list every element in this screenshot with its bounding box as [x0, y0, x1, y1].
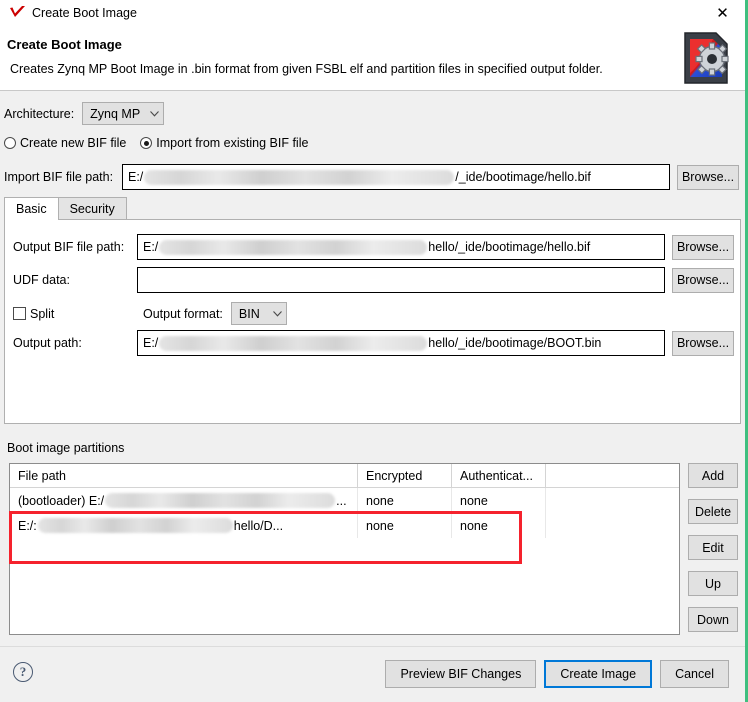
chevron-down-icon: [150, 109, 160, 119]
redaction-smudge: [159, 239, 428, 255]
create-boot-image-dialog: Create Boot Image ✕ Create Boot Image Cr…: [0, 0, 748, 702]
cell-authenticated: none: [452, 513, 546, 538]
radio-import-existing-bif[interactable]: Import from existing BIF file: [140, 136, 308, 150]
add-button[interactable]: Add: [688, 463, 738, 488]
delete-button[interactable]: Delete: [688, 499, 738, 524]
redaction-smudge: [37, 518, 233, 533]
output-bif-label: Output BIF file path:: [13, 240, 125, 254]
column-header-spacer: [546, 464, 679, 488]
architecture-value: Zynq MP: [90, 106, 141, 121]
output-bif-value-suffix: hello/_ide/bootimage/hello.bif: [428, 240, 591, 254]
output-bif-browse-button[interactable]: Browse...: [672, 234, 734, 260]
output-path-browse-button[interactable]: Browse...: [672, 330, 734, 356]
import-bif-row: Import BIF file path: E:/ /_ide/bootimag…: [4, 164, 741, 190]
output-format-value: BIN: [238, 306, 260, 321]
preview-bif-changes-button[interactable]: Preview BIF Changes: [385, 660, 537, 688]
checkbox-unchecked-icon: [13, 307, 26, 320]
page-title: Create Boot Image: [7, 37, 122, 52]
partition-actions: Add Delete Edit Up Down: [688, 463, 738, 632]
cell-file-path-suffix: ...: [336, 493, 347, 508]
cell-encrypted: none: [358, 513, 452, 538]
split-checkbox[interactable]: Split: [13, 307, 137, 321]
import-bif-value-prefix: E:/: [128, 170, 144, 184]
cancel-button[interactable]: Cancel: [660, 660, 729, 688]
up-button[interactable]: Up: [688, 571, 738, 596]
basic-tab-panel: Output BIF file path: E:/ hello/_ide/boo…: [4, 219, 741, 424]
tab-security[interactable]: Security: [57, 197, 127, 220]
output-bif-row: Output BIF file path: E:/ hello/_ide/boo…: [5, 234, 740, 260]
cell-spacer: [546, 488, 679, 513]
radio-import-existing-bif-label: Import from existing BIF file: [156, 136, 309, 150]
tab-bar: Basic Security: [4, 196, 741, 220]
redaction-smudge: [159, 335, 428, 351]
cell-file-path-prefix: E:/:: [18, 518, 37, 533]
import-bif-path-input[interactable]: E:/ /_ide/bootimage/hello.bif: [122, 164, 670, 190]
radio-unchecked-icon: [4, 137, 16, 149]
column-header-file-path[interactable]: File path: [10, 464, 358, 488]
footer-buttons: Preview BIF Changes Create Image Cancel: [385, 660, 729, 688]
cell-file-path: (bootloader) E:/ ...: [10, 488, 358, 513]
udf-data-browse-button[interactable]: Browse...: [672, 267, 734, 293]
sd-card-gear-icon: [679, 29, 737, 87]
partitions-table[interactable]: File path Encrypted Authenticat... (boot…: [9, 463, 680, 635]
output-path-value-suffix: hello/_ide/bootimage/BOOT.bin: [428, 336, 602, 350]
architecture-row: Architecture: Zynq MP: [4, 102, 165, 125]
dialog-header: Create Boot Image Creates Zynq MP Boot I…: [0, 26, 745, 91]
dialog-body: Architecture: Zynq MP Create new BIF fil…: [0, 92, 745, 646]
cell-spacer: [546, 513, 679, 538]
create-image-button[interactable]: Create Image: [544, 660, 653, 688]
table-row[interactable]: E:/: hello/D... none none: [10, 513, 679, 538]
import-bif-label: Import BIF file path:: [4, 170, 114, 184]
xilinx-check-icon: [6, 2, 30, 24]
output-format-select[interactable]: BIN: [230, 302, 287, 325]
output-bif-path-input[interactable]: E:/ hello/_ide/bootimage/hello.bif: [137, 234, 665, 260]
help-icon[interactable]: ?: [13, 662, 33, 682]
cell-encrypted: none: [358, 488, 452, 513]
udf-data-label: UDF data:: [13, 273, 70, 287]
architecture-select[interactable]: Zynq MP: [82, 102, 165, 125]
chevron-down-icon: [273, 309, 282, 319]
import-bif-value-suffix: /_ide/bootimage/hello.bif: [455, 170, 591, 184]
architecture-label: Architecture:: [4, 106, 75, 121]
cell-file-path-suffix: hello/D...: [233, 518, 284, 533]
split-format-row: Split Output format: BIN: [5, 302, 740, 325]
redaction-smudge: [144, 169, 455, 185]
column-header-encrypted[interactable]: Encrypted: [358, 464, 452, 488]
output-path-row: Output path: E:/ hello/_ide/bootimage/BO…: [5, 330, 740, 356]
cell-authenticated: none: [452, 488, 546, 513]
split-label: Split: [30, 306, 55, 321]
udf-data-row: UDF data: Browse...: [5, 267, 740, 293]
boot-image-partitions-label: Boot image partitions: [7, 441, 125, 455]
tab-basic[interactable]: Basic: [4, 197, 59, 220]
table-row[interactable]: (bootloader) E:/ ... none none: [10, 488, 679, 513]
cell-file-path: E:/: hello/D...: [10, 513, 358, 538]
table-header-row: File path Encrypted Authenticat...: [10, 464, 679, 488]
udf-data-input[interactable]: [137, 267, 665, 293]
output-format-label: Output format:: [143, 306, 223, 321]
page-description: Creates Zynq MP Boot Image in .bin forma…: [10, 62, 603, 76]
redaction-smudge: [105, 493, 336, 508]
down-button[interactable]: Down: [688, 607, 738, 632]
edit-button[interactable]: Edit: [688, 535, 738, 560]
bif-mode-row: Create new BIF file Import from existing…: [4, 136, 308, 150]
output-bif-value-prefix: E:/: [143, 240, 159, 254]
close-icon[interactable]: ✕: [700, 0, 745, 26]
title-bar: Create Boot Image ✕: [0, 0, 745, 26]
radio-create-new-bif-label: Create new BIF file: [20, 136, 127, 150]
radio-checked-icon: [140, 137, 153, 149]
radio-create-new-bif[interactable]: Create new BIF file: [4, 136, 126, 150]
cell-file-path-prefix: (bootloader) E:/: [18, 493, 105, 508]
dialog-footer: ? Preview BIF Changes Create Image Cance…: [0, 646, 745, 702]
import-bif-browse-button[interactable]: Browse...: [677, 164, 739, 190]
window-title: Create Boot Image: [32, 6, 137, 20]
output-path-input[interactable]: E:/ hello/_ide/bootimage/BOOT.bin: [137, 330, 665, 356]
output-path-value-prefix: E:/: [143, 336, 159, 350]
output-path-label: Output path:: [13, 336, 82, 350]
column-header-authenticated[interactable]: Authenticat...: [452, 464, 546, 488]
